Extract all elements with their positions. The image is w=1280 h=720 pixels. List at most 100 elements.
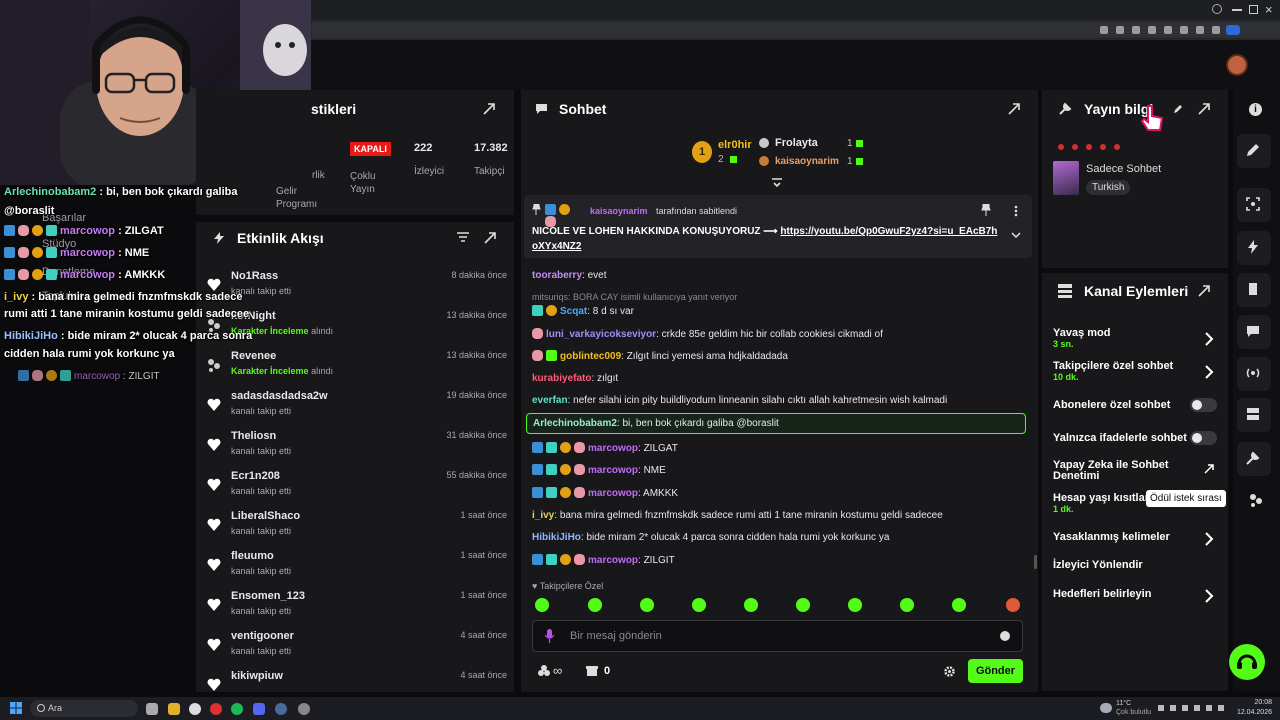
category-name[interactable]: Sadece Sohbet <box>1086 163 1161 175</box>
rail-button-notes[interactable] <box>1237 273 1271 307</box>
filter-icon[interactable] <box>457 232 469 242</box>
chat-username[interactable]: luni_varkayicokseviyor <box>546 329 656 340</box>
popout-icon[interactable] <box>484 232 496 244</box>
chevron-right-icon[interactable] <box>1204 332 1214 346</box>
setting-toggle[interactable] <box>1190 431 1217 445</box>
category-thumbnail[interactable] <box>1053 161 1079 195</box>
setting-item[interactable]: Yasaklanmış kelimeler <box>1053 531 1223 543</box>
setting-item[interactable]: Yapay Zeka ile Sohbet Denetimi <box>1053 460 1223 482</box>
emote-icon[interactable] <box>744 598 758 612</box>
chat-username[interactable]: goblintec009 <box>560 351 621 362</box>
close-icon[interactable]: × <box>1265 2 1273 17</box>
opera-icon[interactable] <box>210 703 222 715</box>
rail-button-edit[interactable] <box>1237 134 1271 168</box>
popout-icon[interactable] <box>1198 285 1210 297</box>
chat-message[interactable]: marcowop: NME <box>532 464 1022 476</box>
avatar[interactable] <box>1226 54 1248 76</box>
gift-drops-icon[interactable] <box>538 665 550 677</box>
chat-message[interactable]: marcowop: ZILGAT <box>532 442 1022 454</box>
popout-icon[interactable] <box>483 103 495 115</box>
popout-icon[interactable] <box>1198 103 1210 115</box>
microphone-icon[interactable] <box>545 629 554 643</box>
task-view-icon[interactable] <box>146 703 158 715</box>
activity-user-name[interactable]: kikiwpiuw <box>231 670 283 682</box>
setting-item[interactable]: Yavaş mod 3 sn. <box>1053 327 1223 349</box>
emote-icon[interactable] <box>900 598 914 612</box>
activity-row[interactable]: LiberalShaco kanalı takip etti 1 saat önce <box>207 508 507 548</box>
send-button[interactable]: Gönder <box>968 659 1023 683</box>
chevron-down-icon[interactable] <box>1011 232 1021 238</box>
emote-icon[interactable] <box>796 598 810 612</box>
maximize-icon[interactable] <box>1249 5 1258 14</box>
chat-message[interactable]: goblintec009: Zılgıt linci yemesi ama hd… <box>532 350 1022 362</box>
windows-start-icon[interactable] <box>10 702 22 714</box>
chat-username[interactable]: HibikiJiHo <box>532 532 581 543</box>
activity-row[interactable]: fleuumo kanalı takip etti 1 saat önce <box>207 548 507 588</box>
rail-button-chat[interactable] <box>1237 315 1271 349</box>
activity-user-name[interactable]: Ensomen_123 <box>231 590 305 602</box>
chat-username[interactable]: Scqat <box>560 306 587 317</box>
chat-username[interactable]: marcowop <box>588 488 638 499</box>
emote-icon[interactable] <box>952 598 966 612</box>
chat-username[interactable]: marcowop <box>588 465 638 476</box>
support-button[interactable] <box>1229 644 1265 680</box>
emote-icon[interactable] <box>588 598 602 612</box>
chat-message[interactable]: tooraberry: evet <box>532 270 1022 281</box>
gear-icon[interactable] <box>944 666 955 677</box>
setting-item[interactable]: İzleyici Yönlendir <box>1053 559 1223 571</box>
activity-row[interactable]: Ensomen_123 kanalı takip etti 1 saat önce <box>207 588 507 628</box>
chat-message[interactable]: kurabiyefato: zılgıt <box>532 373 1022 384</box>
activity-row[interactable]: kofNight Karakter İnceleme alındı 13 dakik… <box>207 308 507 348</box>
store-icon[interactable] <box>586 665 598 677</box>
settings-app-icon[interactable] <box>189 703 201 715</box>
external-link-icon[interactable] <box>1204 464 1214 478</box>
chat-message[interactable]: i_ivy: bana mira gelmedi fnzmfmskdk sade… <box>532 510 1022 521</box>
chat-message[interactable]: HibikiJiHo: bide miram 2* olucak 4 parca… <box>532 532 1022 543</box>
emote-icon[interactable] <box>535 598 549 612</box>
chat-username[interactable]: tooraberry <box>532 270 582 281</box>
chevron-right-icon[interactable] <box>1204 365 1214 379</box>
activity-user-name[interactable]: Ecr1n208 <box>231 470 280 482</box>
rail-button-broadcast[interactable] <box>1237 357 1271 391</box>
chat-username[interactable]: kurabiyefato <box>532 373 591 384</box>
chat-message[interactable]: luni_varkayicokseviyor: crkde 85e geldim… <box>532 328 1022 340</box>
spotify-icon[interactable] <box>231 703 243 715</box>
activity-row[interactable]: Theliosn kanalı takip etti 31 dakika önce <box>207 428 507 468</box>
chat-message[interactable]: Arlechinobabam2: bi, ben bok çıkardı gal… <box>526 413 1026 434</box>
chevron-right-icon[interactable] <box>1204 589 1214 603</box>
chat-username[interactable]: Arlechinobabam2 <box>533 418 617 429</box>
emoji-icon[interactable] <box>1000 631 1010 641</box>
chat-username[interactable]: i_ivy <box>532 510 554 521</box>
browser-extension-icons[interactable] <box>1100 24 1240 36</box>
activity-user-name[interactable]: ventigooner <box>231 630 294 642</box>
rail-button-clip[interactable] <box>1237 188 1271 222</box>
activity-user-name[interactable]: No1Rass <box>231 270 278 282</box>
pinned-by-user[interactable]: kaisaoynarim <box>590 206 648 216</box>
emote-icon[interactable] <box>1006 598 1020 612</box>
minimize-icon[interactable] <box>1232 9 1242 11</box>
obs-icon[interactable] <box>298 703 310 715</box>
popout-icon[interactable] <box>1008 103 1020 115</box>
activity-user-name[interactable]: LiberalShaco <box>231 510 300 522</box>
activity-user-name[interactable]: sadasdasdadsa2w <box>231 390 328 402</box>
chat-message[interactable]: everfan: nefer silahi icin pity buildliy… <box>532 395 1022 406</box>
activity-user-name[interactable]: fleuumo <box>231 550 274 562</box>
rail-button-tools[interactable] <box>1237 442 1271 476</box>
chevron-down-icon[interactable] <box>771 178 783 188</box>
rail-button-layout[interactable] <box>1237 398 1271 432</box>
emote-icon[interactable] <box>640 598 654 612</box>
leaderboard-second-name[interactable]: Frolayta <box>775 137 818 149</box>
info-icon[interactable]: i <box>1249 103 1262 116</box>
reward-queue-icon[interactable] <box>1249 493 1263 507</box>
setting-item[interactable]: Hedefleri belirleyin <box>1053 588 1223 600</box>
system-tray-icons[interactable] <box>1158 703 1228 713</box>
activity-user-name[interactable]: Theliosn <box>231 430 276 442</box>
unpin-icon[interactable] <box>981 204 991 216</box>
chat-username[interactable]: marcowop <box>588 443 638 454</box>
activity-row[interactable]: sadasdasdadsa2w kanalı takip etti 19 dakik… <box>207 388 507 428</box>
chat-message[interactable]: marcowop: ZILGIT <box>532 554 1022 566</box>
chat-message[interactable]: marcowop: AMKKK <box>532 487 1022 499</box>
chat-message[interactable]: Scqat: 8 d sı var <box>532 305 1022 317</box>
rail-button-activity[interactable] <box>1237 231 1271 265</box>
search-icon[interactable] <box>1212 4 1222 14</box>
